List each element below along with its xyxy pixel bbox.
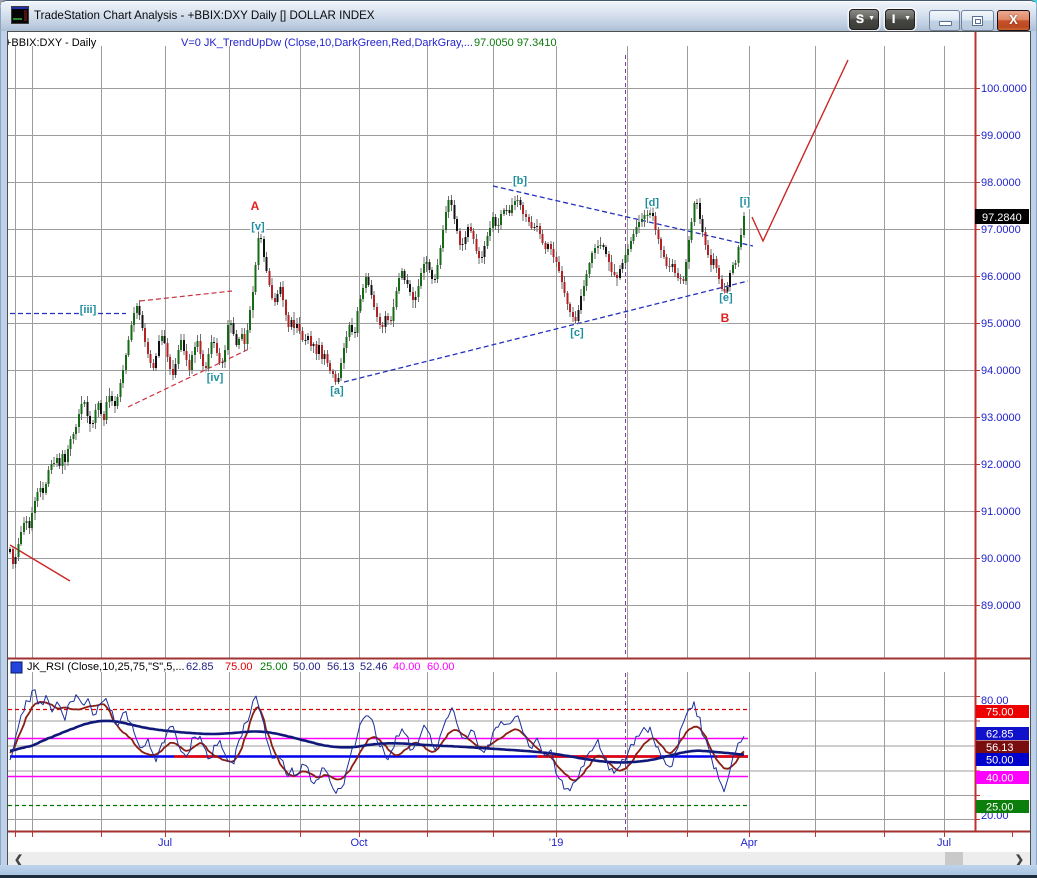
- svg-text:97.0050 97.3410: 97.0050 97.3410: [474, 37, 557, 49]
- svg-text:[iii]: [iii]: [80, 304, 97, 316]
- svg-text:V=0 JK_TrendUpDw (Close,10,Da: V=0 JK_TrendUpDw (Close,10,DarkGreen,Red…: [181, 37, 473, 49]
- svg-text:91.0000: 91.0000: [981, 506, 1021, 518]
- svg-text:Jul: Jul: [158, 837, 172, 849]
- svg-text:50.00: 50.00: [293, 661, 321, 673]
- svg-text:50.00: 50.00: [986, 755, 1014, 767]
- svg-text:100.0000: 100.0000: [981, 83, 1027, 95]
- svg-text:JK_RSI (Close,10,25,75,"S",5,.: JK_RSI (Close,10,25,75,"S",5,...: [27, 661, 185, 673]
- svg-text:97.0000: 97.0000: [981, 224, 1021, 236]
- svg-text:[b]: [b]: [513, 175, 527, 187]
- svg-text:93.0000: 93.0000: [981, 412, 1021, 424]
- svg-text:[d]: [d]: [645, 197, 659, 209]
- svg-text:97.2840: 97.2840: [982, 212, 1022, 224]
- svg-text:62.85: 62.85: [186, 661, 214, 673]
- svg-text:Oct: Oct: [350, 837, 367, 849]
- svg-text:92.0000: 92.0000: [981, 459, 1021, 471]
- svg-text:90.0000: 90.0000: [981, 553, 1021, 565]
- svg-text:99.0000: 99.0000: [981, 130, 1021, 142]
- svg-text:A: A: [251, 199, 260, 213]
- svg-text:[a]: [a]: [330, 385, 344, 397]
- svg-text:96.0000: 96.0000: [981, 271, 1021, 283]
- svg-text:[iv]: [iv]: [207, 372, 224, 384]
- svg-text:60.00: 60.00: [427, 661, 455, 673]
- svg-text:40.00: 40.00: [986, 773, 1014, 785]
- svg-text:89.0000: 89.0000: [981, 600, 1021, 612]
- svg-text:56.13: 56.13: [986, 742, 1014, 754]
- svg-text:25.00: 25.00: [986, 802, 1014, 814]
- svg-text:25.00: 25.00: [260, 661, 288, 673]
- svg-text:Jul: Jul: [937, 837, 951, 849]
- svg-text:52.46: 52.46: [360, 661, 388, 673]
- svg-text:95.0000: 95.0000: [981, 318, 1021, 330]
- svg-text:B: B: [721, 311, 730, 325]
- svg-text:[e]: [e]: [719, 292, 733, 304]
- svg-text:62.85: 62.85: [986, 729, 1014, 741]
- svg-text:75.00: 75.00: [986, 707, 1014, 719]
- svg-text:75.00: 75.00: [225, 661, 253, 673]
- svg-text:[c]: [c]: [570, 327, 584, 339]
- svg-text:40.00: 40.00: [393, 661, 421, 673]
- svg-text:56.13: 56.13: [327, 661, 355, 673]
- svg-text:’19: ’19: [549, 837, 564, 849]
- svg-text:[i]: [i]: [740, 196, 751, 208]
- svg-text:98.0000: 98.0000: [981, 177, 1021, 189]
- svg-text:94.0000: 94.0000: [981, 365, 1021, 377]
- svg-text:Apr: Apr: [740, 837, 757, 849]
- svg-text:+BBIX:DXY - Daily: +BBIX:DXY - Daily: [8, 37, 97, 49]
- svg-text:[v]: [v]: [251, 221, 265, 233]
